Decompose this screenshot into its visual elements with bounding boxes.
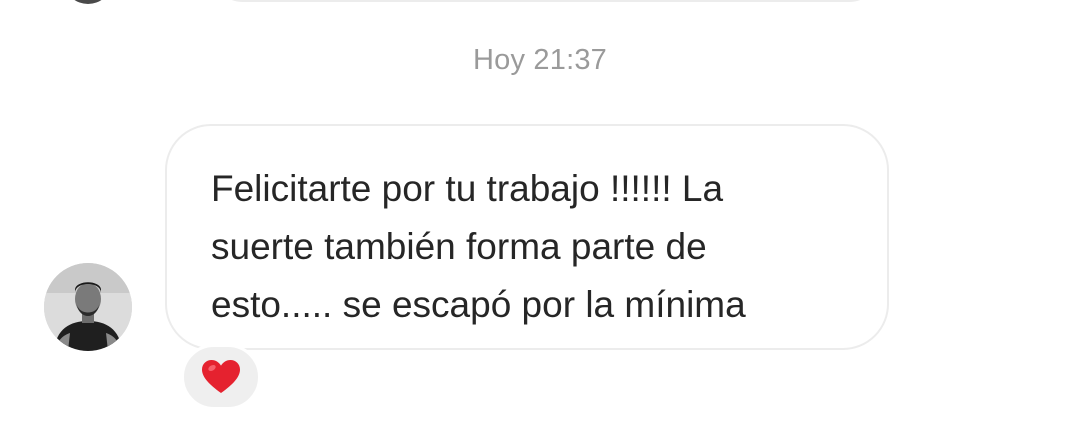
reaction-badge[interactable]: [181, 344, 261, 410]
red-heart-icon: [202, 360, 240, 393]
message-timestamp: Hoy 21:37: [473, 44, 607, 76]
sender-avatar[interactable]: [44, 263, 132, 351]
previous-sender-avatar[interactable]: [66, 0, 110, 4]
message-text-line: suerte también forma parte de: [211, 226, 707, 267]
message-bubble[interactable]: Felicitarte por tu trabajo !!!!!! La sue…: [165, 124, 889, 350]
previous-message-bubble[interactable]: [212, 0, 880, 2]
chat-thread: Hoy 21:37 Felicitarte por tu trabajo !!!…: [0, 0, 1080, 440]
person-photo-icon: [44, 263, 132, 351]
message-text-line: esto..... se escapó por la mínima: [211, 284, 746, 325]
message-text-line: Felicitarte por tu trabajo !!!!!! La: [211, 168, 724, 209]
